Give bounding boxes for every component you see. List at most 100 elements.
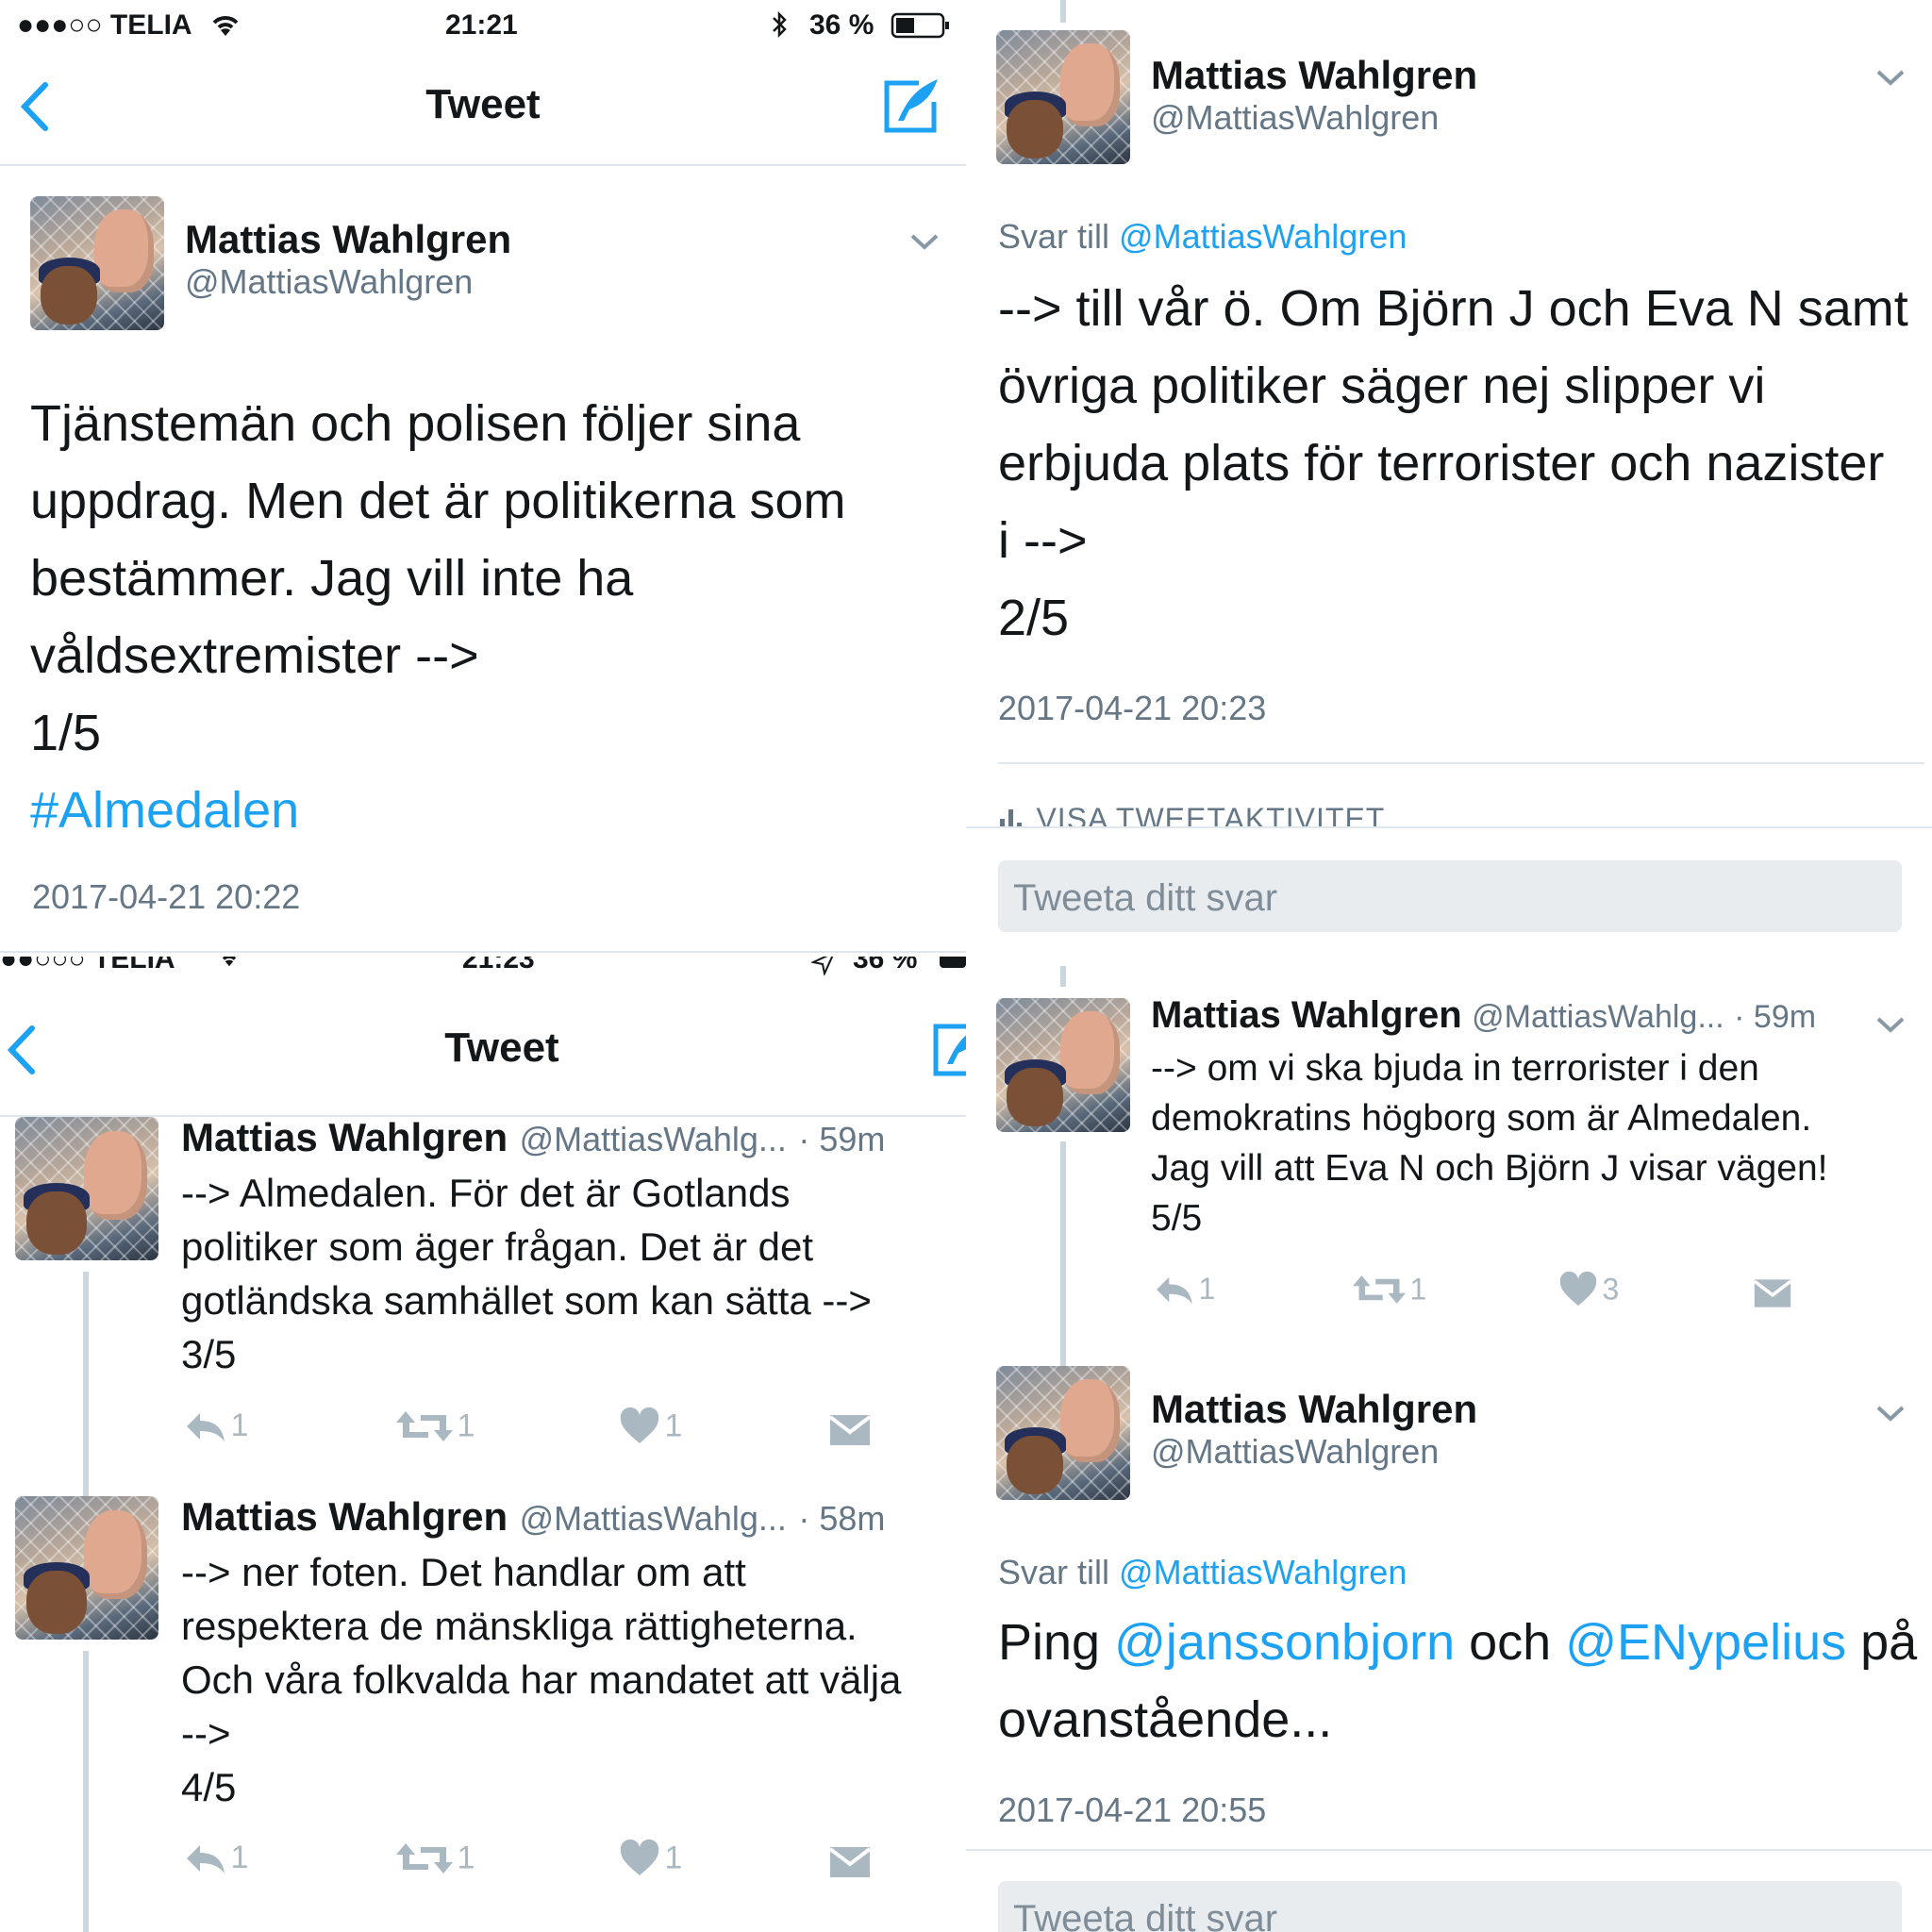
avatar[interactable] <box>30 196 164 330</box>
reply-count: 1 <box>1198 1272 1216 1306</box>
author-handle[interactable]: @MattiasWahlgren <box>1151 1432 1439 1472</box>
author-handle[interactable]: @MattiasWahlg... <box>1472 999 1724 1035</box>
tweet-text-segment: på <box>1846 1614 1918 1671</box>
chevron-down-icon[interactable] <box>1875 68 1906 87</box>
compose-tweet-icon[interactable] <box>881 75 941 136</box>
reply-to-mention[interactable]: @MattiasWahlgren <box>1119 217 1407 256</box>
retweet-icon <box>1353 1272 1406 1307</box>
retweet-action[interactable]: 1 <box>396 1840 475 1877</box>
mention-link[interactable]: @janssonbjorn <box>1114 1614 1455 1671</box>
bottom-divider <box>966 1849 1932 1851</box>
direct-message-icon[interactable] <box>828 1845 872 1879</box>
tweet-text-segment: Ping <box>998 1614 1115 1671</box>
status-time: 21:23 <box>462 957 535 974</box>
author-name[interactable]: Mattias Wahlgren <box>1151 994 1462 1036</box>
tweet-line: 1/5 <box>30 705 102 761</box>
wifi-icon <box>215 957 243 968</box>
tweet-line: Ping @janssonbjorn och @ENypelius på <box>998 1604 1917 1681</box>
tweet-line: Tjänstemän och polisen följer sina <box>30 395 801 452</box>
chevron-down-icon[interactable] <box>909 232 940 251</box>
tweet-line: politiker som äger frågan. Det är det <box>181 1224 813 1269</box>
avatar[interactable] <box>996 998 1130 1132</box>
tweet-time: · 58m <box>798 1499 886 1538</box>
tweet-line: gotländska samhället som kan sätta --> <box>181 1278 872 1323</box>
reply-action[interactable]: 1 <box>183 1407 248 1444</box>
panel-tweet-1: ●●●○○ TELIA 21:21 36 % Tweet Mattias Wah… <box>0 0 966 957</box>
header-divider <box>0 164 966 166</box>
like-count: 3 <box>1602 1272 1620 1307</box>
thread-line <box>83 1272 89 1498</box>
reply-input[interactable]: Tweeta ditt svar <box>998 860 1902 932</box>
reply-icon <box>1153 1274 1194 1306</box>
direct-message-icon[interactable] <box>828 1413 872 1447</box>
battery-icon <box>938 957 966 970</box>
retweet-icon <box>396 1840 453 1877</box>
battery-percent: 36 % <box>809 9 874 41</box>
tweet-line: 4/5 <box>181 1765 237 1809</box>
tweet-text: --> till vår ö. Om Björn J och Eva N sam… <box>998 270 1923 657</box>
author-handle[interactable]: @MattiasWahlgren <box>1151 98 1439 138</box>
tweet-activity-link[interactable]: VISA TWEETAKTIVITET <box>998 798 1385 828</box>
tweet-line: --> ner foten. Det handlar om att <box>181 1550 746 1594</box>
author-name[interactable]: Mattias Wahlgren <box>185 217 511 262</box>
header-title: Tweet <box>444 1024 559 1071</box>
tweet-text-segment: och <box>1455 1614 1566 1671</box>
chevron-down-icon[interactable] <box>1875 1015 1906 1034</box>
author-name[interactable]: Mattias Wahlgren <box>181 1494 508 1539</box>
status-time: 21:21 <box>445 9 518 41</box>
author-name[interactable]: Mattias Wahlgren <box>1151 1387 1477 1432</box>
retweet-action[interactable]: 1 <box>396 1407 475 1445</box>
author-name[interactable]: Mattias Wahlgren <box>181 1115 508 1159</box>
tweet-line: 3/5 <box>181 1332 237 1376</box>
tweet-line: ovanstående... <box>998 1691 1333 1748</box>
activity-divider <box>998 762 1924 764</box>
mention-link[interactable]: @ENypelius <box>1565 1614 1846 1671</box>
battery-icon <box>891 11 951 40</box>
tweet-time: · 59m <box>798 1120 886 1158</box>
like-action[interactable]: 3 <box>1558 1272 1619 1307</box>
retweet-count: 1 <box>457 1840 475 1876</box>
chevron-down-icon[interactable] <box>1875 1404 1906 1423</box>
tweet-text: --> Almedalen. För det är Gotlands polit… <box>181 1166 872 1381</box>
retweet-count: 1 <box>1409 1272 1427 1307</box>
avatar[interactable] <box>996 1366 1130 1500</box>
author-handle[interactable]: @MattiasWahlgren <box>185 262 473 302</box>
author-handle[interactable]: @MattiasWahlg... <box>520 1499 787 1538</box>
direct-message-icon[interactable] <box>1753 1277 1792 1309</box>
bar-chart-icon <box>998 802 1024 828</box>
compose-tweet-icon[interactable] <box>930 1019 966 1079</box>
retweet-action[interactable]: 1 <box>1353 1272 1426 1307</box>
thread-line <box>83 1651 89 1932</box>
bluetooth-icon <box>770 9 789 40</box>
reply-placeholder: Tweeta ditt svar <box>1013 877 1278 919</box>
heart-icon <box>619 1840 660 1877</box>
avatar[interactable] <box>15 1496 158 1640</box>
tweet-line: övriga politiker säger nej slipper vi <box>998 358 1766 414</box>
reply-action[interactable]: 1 <box>1153 1272 1215 1307</box>
avatar[interactable] <box>996 30 1130 164</box>
activity-bottom-divider <box>966 826 1932 828</box>
reply-to-mention[interactable]: @MattiasWahlgren <box>1119 1553 1407 1591</box>
tweet-line: uppdrag. Men det är politikerna som <box>30 473 846 529</box>
tweet-line: Jag vill att Eva N och Björn J visar väg… <box>1151 1148 1828 1189</box>
heart-icon <box>619 1407 660 1445</box>
reply-action[interactable]: 1 <box>183 1840 248 1876</box>
like-action[interactable]: 1 <box>619 1407 682 1445</box>
avatar[interactable] <box>15 1117 158 1260</box>
tweet-line: 2/5 <box>998 590 1070 646</box>
reply-icon <box>183 1841 226 1875</box>
hashtag-link[interactable]: #Almedalen <box>30 772 955 849</box>
tweet-line: Och våra folkvalda har mandatet att välj… <box>181 1657 902 1702</box>
author-handle[interactable]: @MattiasWahlg... <box>520 1120 787 1158</box>
reply-input[interactable]: Tweeta ditt svar <box>998 1881 1902 1932</box>
thread-line <box>1060 966 1066 987</box>
tweet-text: Ping @janssonbjorn och @ENypelius på ova… <box>998 1604 1917 1758</box>
tweet-header: Mattias Wahlgren @MattiasWahlg... · 59m <box>1151 994 1816 1037</box>
like-action[interactable]: 1 <box>619 1840 682 1877</box>
reply-count: 1 <box>230 1840 249 1875</box>
wifi-icon <box>209 11 242 38</box>
author-name[interactable]: Mattias Wahlgren <box>1151 53 1477 98</box>
tweet-header: Mattias Wahlgren @MattiasWahlg... · 59m <box>181 1115 885 1160</box>
tweet-line: bestämmer. Jag vill inte ha <box>30 550 634 607</box>
location-icon <box>811 957 836 975</box>
